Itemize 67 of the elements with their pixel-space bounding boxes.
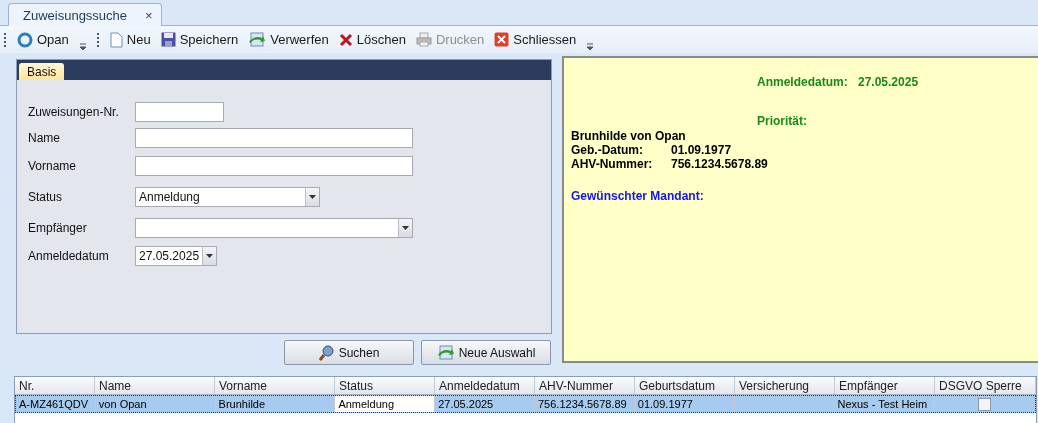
person-name: Brunhilde von Opan: [571, 129, 687, 143]
toolbar-button[interactable]: Speichern: [160, 32, 239, 47]
summary-value: 01.09.1977: [671, 143, 732, 157]
grip-icon: [4, 32, 7, 47]
caret-icon: [206, 254, 213, 258]
column-header[interactable]: Empfänger: [835, 377, 935, 394]
delete-icon: [338, 32, 353, 47]
grip-icon: [96, 32, 100, 47]
summary-label: Gewünschter Mandant:: [571, 189, 705, 203]
refresh-arrows-icon: [248, 32, 267, 47]
overflow-chevron-icon[interactable]: [78, 43, 87, 51]
field-label: Empfänger: [28, 220, 88, 235]
table-cell: von Opan: [95, 396, 216, 412]
close-icon: [494, 32, 510, 47]
toolbar-button[interactable]: Schliessen: [494, 32, 577, 47]
printer-icon: [415, 32, 432, 47]
text-field[interactable]: [135, 101, 224, 122]
column-header[interactable]: Vorname: [215, 377, 335, 394]
table-cell: A-MZ461QDV: [16, 396, 96, 412]
caret-icon: [309, 194, 316, 199]
summary-value: 27.05.2025: [858, 75, 919, 91]
text-field[interactable]: [135, 127, 413, 148]
toolbar-button[interactable]: Löschen: [338, 32, 406, 47]
form-tab[interactable]: Basis: [19, 63, 65, 80]
summary-label: Anmeldedatum:: [757, 75, 849, 91]
toolbar-button[interactable]: Neu: [109, 31, 151, 48]
overflow-chevron-icon[interactable]: [586, 43, 595, 51]
search-button[interactable]: Suchen: [284, 340, 414, 365]
summary-label: Geb.-Datum:: [571, 143, 644, 157]
toolbar-button[interactable]: Verwerfen: [248, 32, 329, 47]
field-label: Vorname: [28, 158, 78, 173]
text-field[interactable]: [135, 155, 413, 176]
caret-icon: [402, 225, 409, 230]
field-label: Name: [28, 130, 61, 145]
checkbox[interactable]: [978, 397, 992, 411]
column-header[interactable]: Status: [335, 377, 435, 394]
column-header[interactable]: Name: [95, 377, 215, 394]
table-row[interactable]: A-MZ461QDV von Opan Brunhilde Anmeldung 27.05.2025 756.1234.5678.89 01.09.1977 Nexus - Test Heim: [15, 395, 1036, 413]
toolbar-button[interactable]: Opan: [17, 31, 69, 48]
search-icon: [318, 344, 335, 361]
summary-label: Priorität:: [757, 114, 808, 129]
table-cell: Nexus - Test Heim: [834, 396, 935, 412]
field-label: Zuweisungen-Nr.: [28, 104, 120, 119]
summary-label: AHV-Nummer:: [571, 157, 654, 171]
column-header[interactable]: Versicherung: [735, 377, 835, 394]
summary-value: 756.1234.5678.89: [671, 157, 768, 171]
table-cell: 756.1234.5678.89: [535, 396, 635, 412]
column-header[interactable]: AHV-Nummer: [535, 377, 635, 394]
date-picker[interactable]: 27.05.2025: [135, 246, 217, 266]
field-label: Status: [28, 189, 64, 204]
document-tab[interactable]: Zuweisungssuche ×: [8, 3, 162, 26]
reset-button[interactable]: Neue Auswahl: [421, 340, 551, 365]
dropdown-field[interactable]: [135, 217, 413, 238]
column-header[interactable]: Anmeldedatum: [435, 377, 535, 394]
table-cell: 01.09.1977: [634, 396, 735, 412]
column-header[interactable]: Geburtsdatum: [635, 377, 735, 394]
table-cell: 27.05.2025: [435, 396, 535, 412]
refresh-arrows-icon: [436, 345, 455, 360]
table-cell: Anmeldung: [335, 396, 436, 412]
close-icon[interactable]: ×: [145, 7, 153, 23]
ring-logo-icon: [17, 31, 33, 48]
field-label: Anmeldedatum: [28, 249, 110, 263]
dropdown-field[interactable]: Anmeldung: [135, 186, 320, 207]
save-icon: [160, 32, 176, 47]
column-header[interactable]: Nr.: [15, 377, 95, 394]
page-icon: [109, 31, 123, 48]
column-header[interactable]: DSGVO Sperre: [935, 377, 1036, 394]
